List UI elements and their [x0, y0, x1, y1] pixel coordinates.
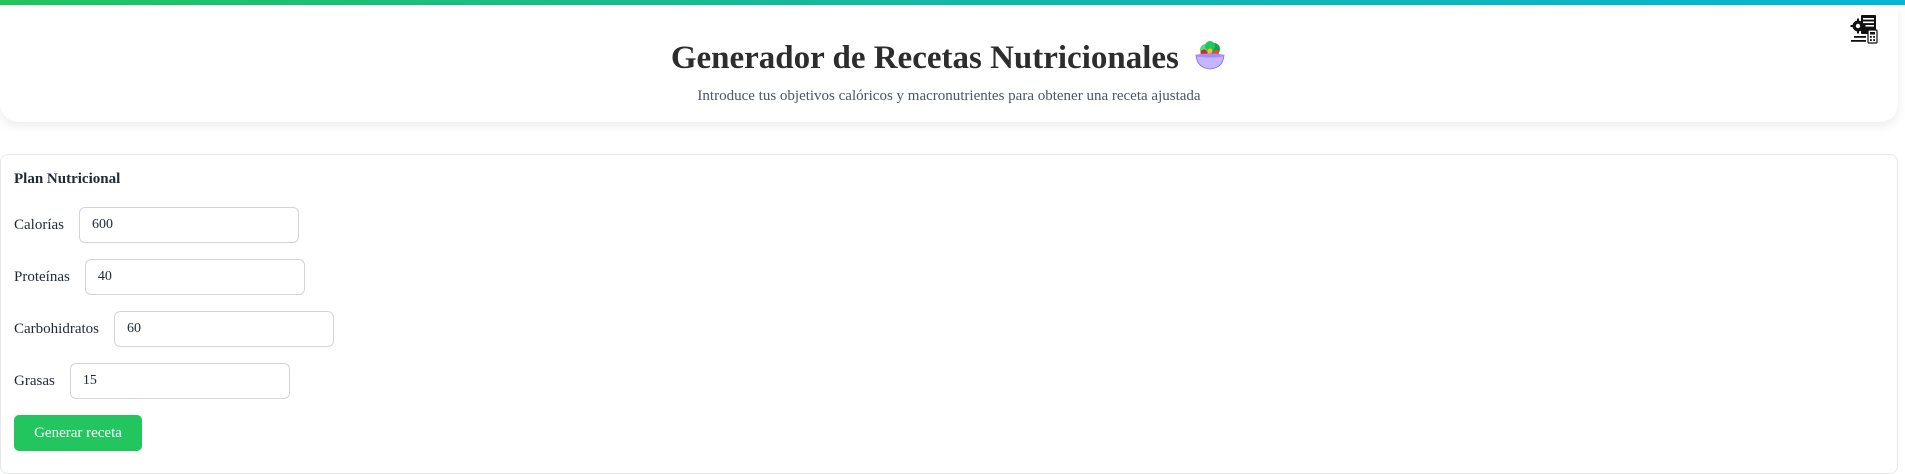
- carbohydrates-row: Carbohidratos: [14, 311, 334, 347]
- calories-input[interactable]: [79, 207, 299, 243]
- calories-label: Calorías: [14, 216, 64, 233]
- plan-section-title: Plan Nutricional: [14, 171, 121, 187]
- salad-bowl-icon: [1195, 41, 1225, 70]
- proteins-row: Proteínas: [14, 259, 305, 295]
- page-subtitle: Introduce tus objetivos calóricos y macr…: [697, 88, 1201, 104]
- fats-input[interactable]: [69, 363, 290, 399]
- settings-document-icon[interactable]: [1848, 12, 1888, 48]
- page-title-text: Generador de Recetas Nutricionales: [670, 40, 1179, 76]
- generate-recipe-button[interactable]: Generar receta: [14, 415, 142, 451]
- page-title: Generador de Recetas Nutricionales: [0, 38, 1898, 78]
- carbohydrates-input[interactable]: [113, 311, 334, 347]
- fats-label: Grasas: [14, 372, 55, 389]
- carbohydrates-label: Carbohidratos: [14, 320, 99, 337]
- calories-row: Calorías: [14, 207, 299, 243]
- proteins-label: Proteínas: [14, 268, 70, 285]
- fats-row: Grasas: [14, 363, 290, 399]
- proteins-input[interactable]: [84, 259, 305, 295]
